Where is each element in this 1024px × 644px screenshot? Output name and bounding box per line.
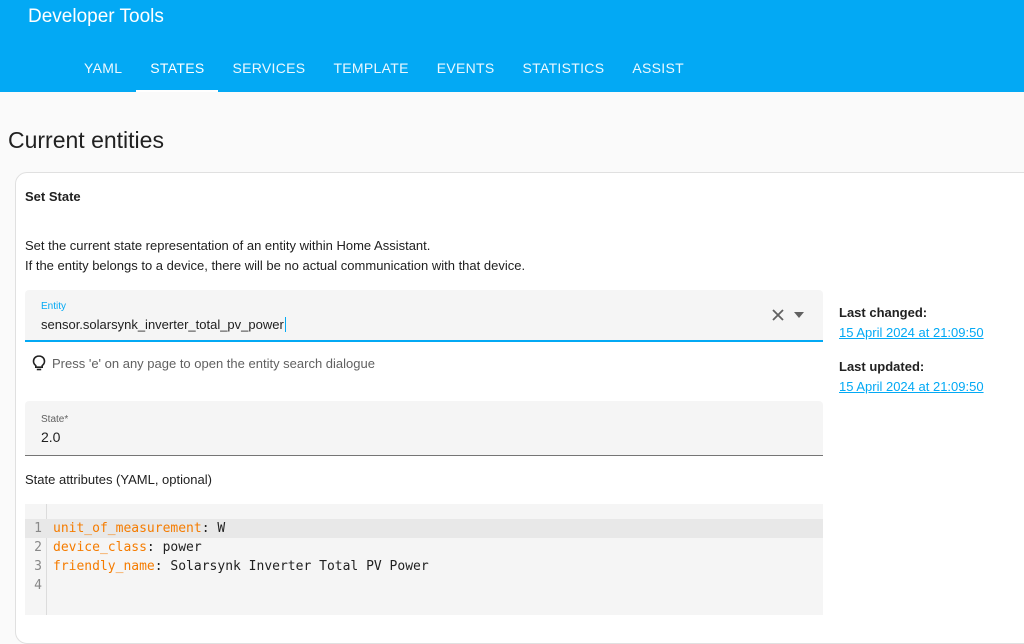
description-line-1: Set the current state representation of … xyxy=(25,238,431,253)
tab-states[interactable]: STATES xyxy=(136,44,219,92)
line-number: 1 xyxy=(34,521,42,536)
yaml-key: friendly_name xyxy=(53,559,155,574)
tab-assist[interactable]: ASSIST xyxy=(618,44,698,92)
app-header: Developer Tools YAML STATES SERVICES TEM… xyxy=(0,0,1024,92)
code-line[interactable]: 3 friendly_name: Solarsynk Inverter Tota… xyxy=(25,557,823,576)
yaml-value: W xyxy=(217,521,226,536)
entity-label: Entity xyxy=(41,301,67,312)
text-cursor xyxy=(284,317,286,332)
line-number: 2 xyxy=(34,540,42,555)
tab-yaml[interactable]: YAML xyxy=(70,44,136,92)
entity-input-value: sensor.solarsynk_inverter_total_pv_power xyxy=(41,317,284,332)
hint-text: Press 'e' on any page to open the entity… xyxy=(52,355,375,371)
app-title: Developer Tools xyxy=(28,6,164,27)
line-number: 4 xyxy=(34,578,42,593)
yaml-value: power xyxy=(162,540,202,555)
last-changed-label: Last changed: xyxy=(839,305,928,320)
yaml-key: device_class xyxy=(53,540,147,555)
last-updated-link[interactable]: 15 April 2024 at 21:09:50 xyxy=(839,379,984,394)
chevron-down-icon[interactable] xyxy=(793,310,805,320)
tab-bar: YAML STATES SERVICES TEMPLATE EVENTS STA… xyxy=(70,44,698,92)
state-attributes-label: State attributes (YAML, optional) xyxy=(25,472,212,487)
line-number: 3 xyxy=(34,559,42,574)
entity-search-hint: Press 'e' on any page to open the entity… xyxy=(30,353,375,373)
tab-statistics[interactable]: STATISTICS xyxy=(509,44,619,92)
yaml-value: Solarsynk Inverter Total PV Power xyxy=(170,559,429,574)
state-label: State* xyxy=(41,414,69,425)
yaml-separator: : xyxy=(201,521,218,536)
entity-input[interactable]: sensor.solarsynk_inverter_total_pv_power xyxy=(41,317,286,332)
code-line[interactable]: 2 device_class: power xyxy=(25,538,823,557)
tab-events[interactable]: EVENTS xyxy=(423,44,509,92)
tab-template[interactable]: TEMPLATE xyxy=(319,44,422,92)
tab-services[interactable]: SERVICES xyxy=(218,44,319,92)
yaml-separator: : xyxy=(154,559,171,574)
set-state-description: Set the current state representation of … xyxy=(25,236,525,276)
close-icon[interactable] xyxy=(769,306,787,324)
last-updated-label: Last updated: xyxy=(839,359,925,374)
state-input[interactable]: State* 2.0 xyxy=(25,401,823,456)
state-value[interactable]: 2.0 xyxy=(41,429,60,445)
yaml-key: unit_of_measurement xyxy=(53,521,202,536)
code-line[interactable]: 4 xyxy=(25,576,823,595)
last-changed-link[interactable]: 15 April 2024 at 21:09:50 xyxy=(839,325,984,340)
entity-picker[interactable]: Entity sensor.solarsynk_inverter_total_p… xyxy=(25,290,823,342)
card-title: Set State xyxy=(25,189,81,204)
code-line[interactable]: 1 unit_of_measurement: W xyxy=(25,519,823,538)
description-line-2: If the entity belongs to a device, there… xyxy=(25,258,526,273)
yaml-separator: : xyxy=(146,540,163,555)
yaml-code-editor[interactable]: 1 unit_of_measurement: W 2 device_class:… xyxy=(25,504,823,615)
lightbulb-icon xyxy=(32,355,46,371)
page-title: Current entities xyxy=(8,127,164,153)
